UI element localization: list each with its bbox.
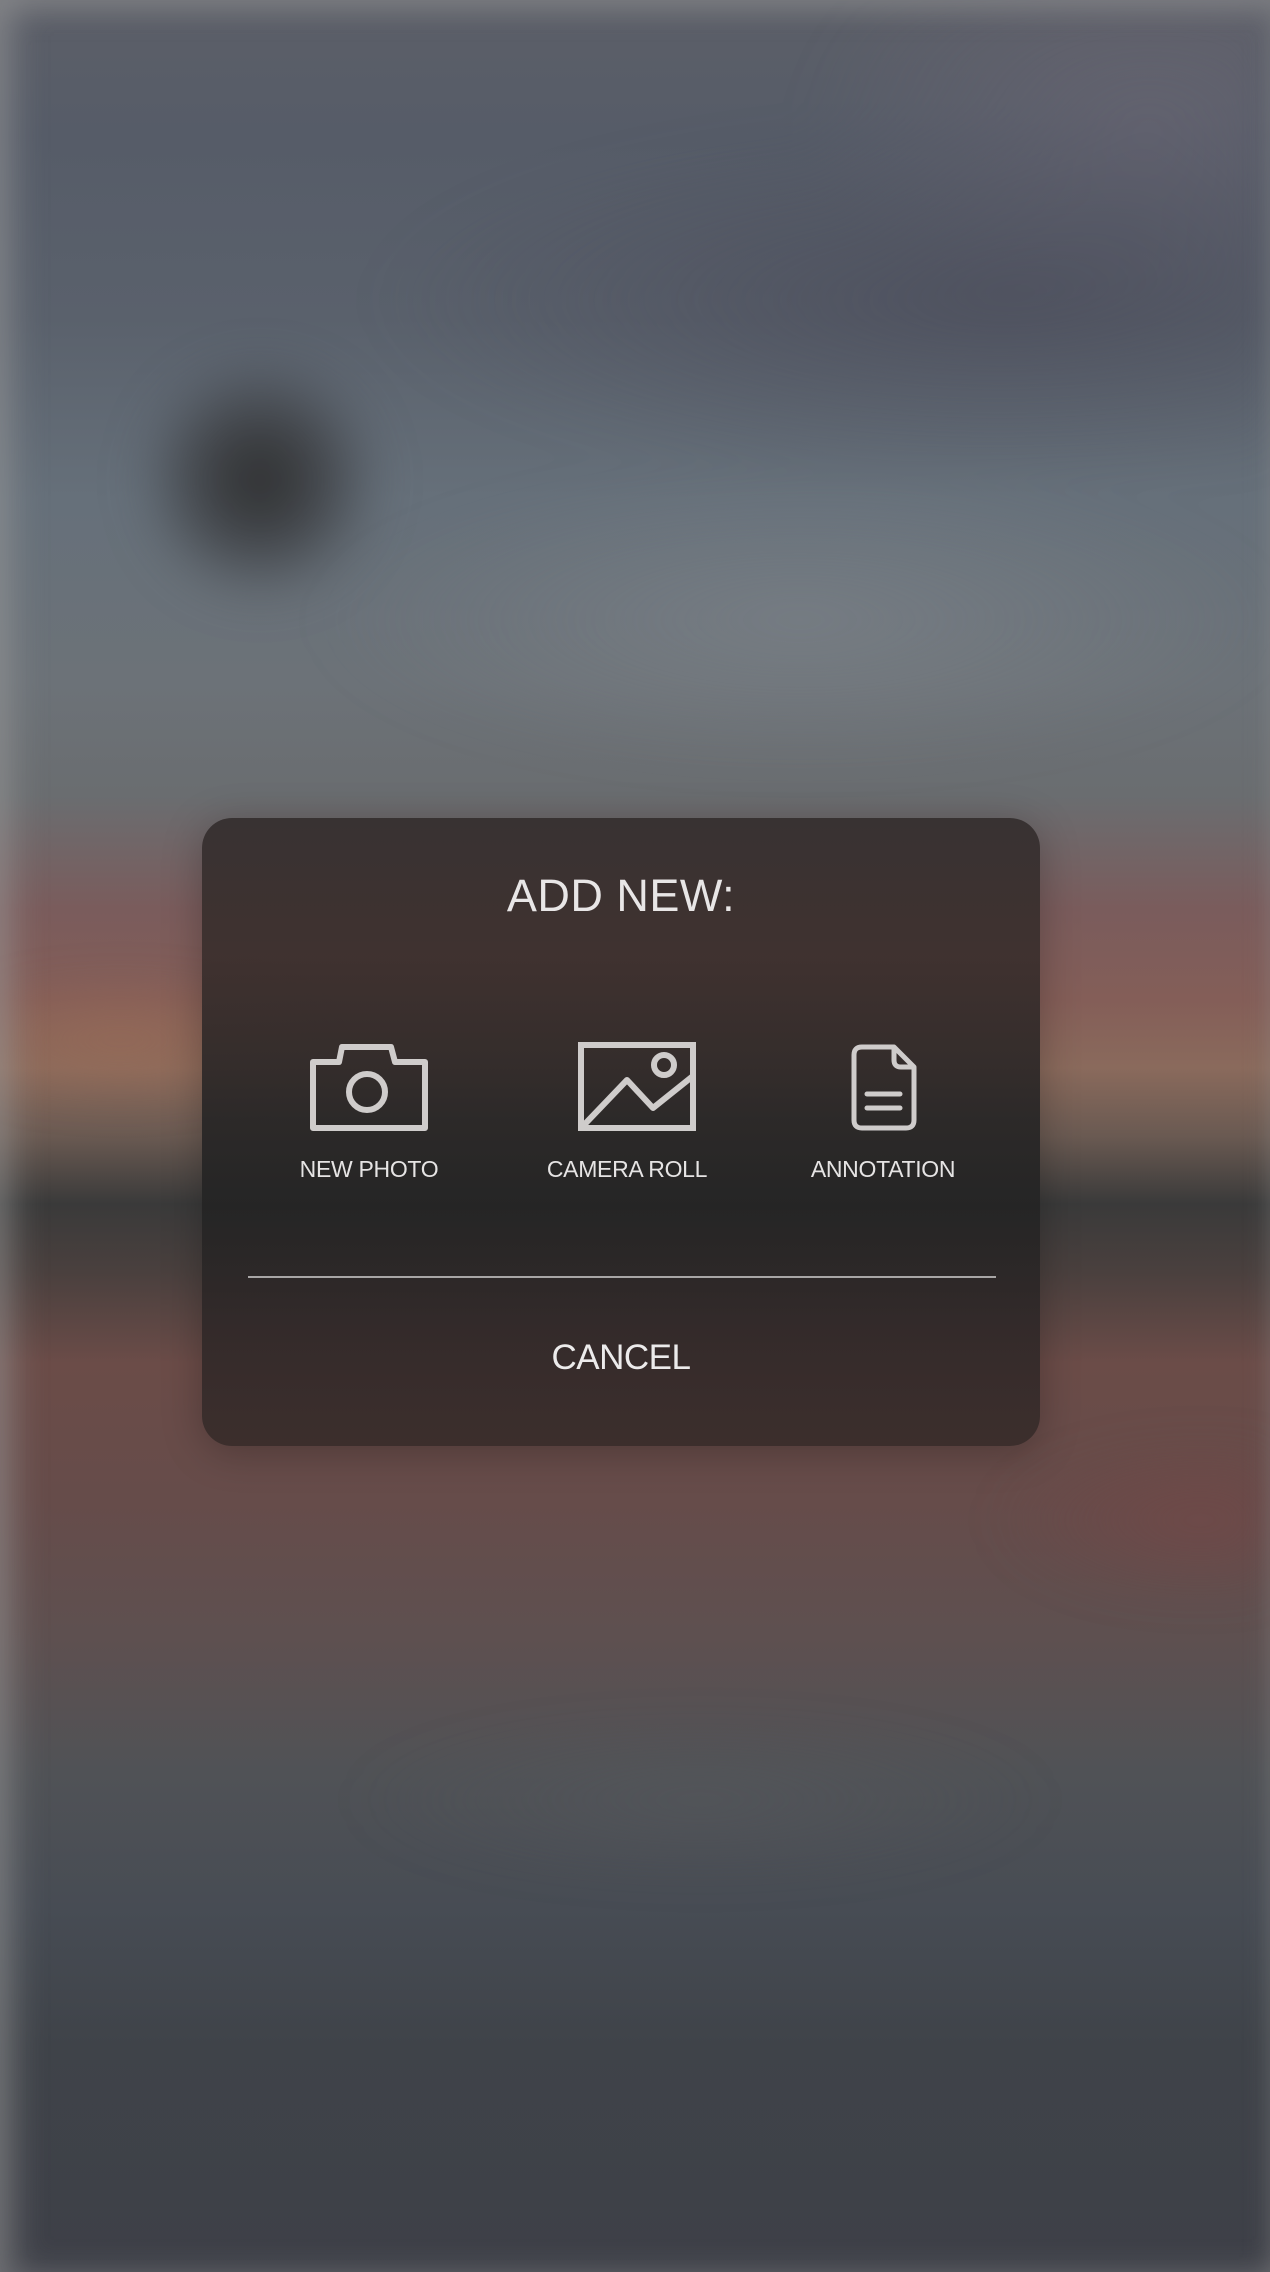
divider [248,1276,996,1278]
screen: ADD NEW: NEW PHOTO CAMERA ROLL ANNOTATIO… [0,0,1270,2272]
camera-roll-label: CAMERA ROLL [546,1156,708,1182]
camera-roll-option[interactable]: CAMERA ROLL [507,1042,747,1202]
cancel-button[interactable]: CANCEL [202,1338,1040,1378]
new-photo-label: NEW PHOTO [299,1156,439,1182]
add-new-dialog: ADD NEW: NEW PHOTO CAMERA ROLL ANNOTATIO… [202,818,1040,1446]
background-tree [40,300,480,660]
document-icon [850,1042,920,1137]
camera-icon [309,1042,429,1137]
option-list: NEW PHOTO CAMERA ROLL ANNOTATION [202,1042,1040,1202]
new-photo-option[interactable]: NEW PHOTO [249,1042,489,1202]
annotation-option[interactable]: ANNOTATION [763,1042,1003,1202]
annotation-label: ANNOTATION [810,1156,956,1182]
image-icon [577,1042,697,1137]
dialog-title: ADD NEW: [506,870,736,921]
